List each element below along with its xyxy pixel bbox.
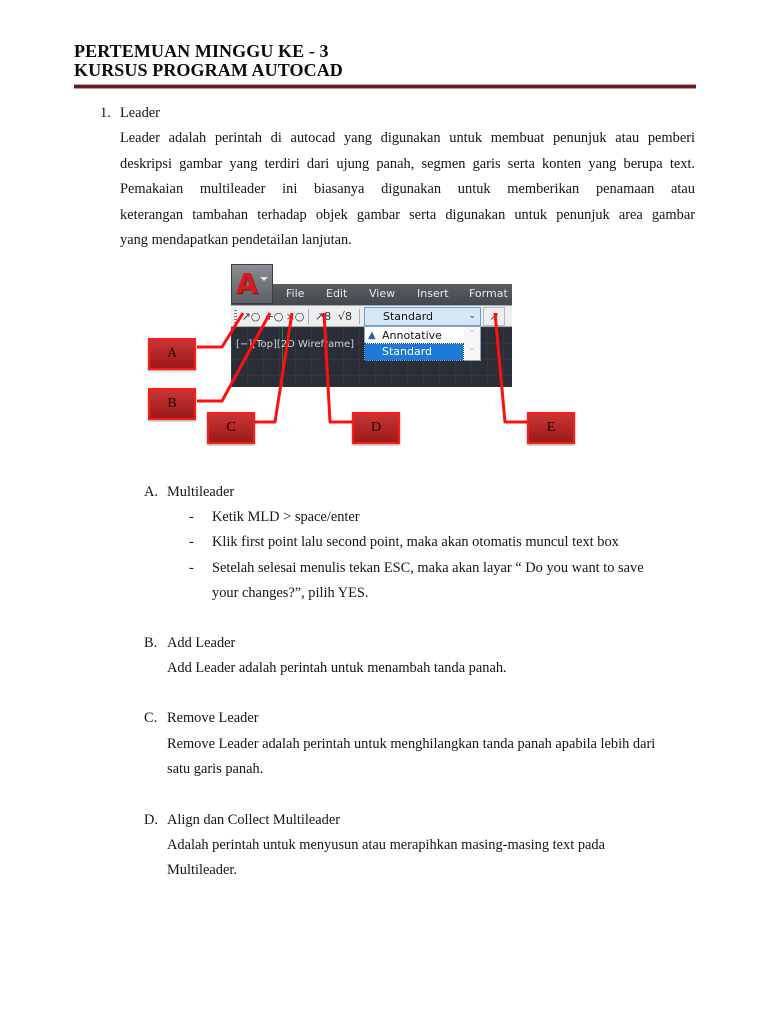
paragraph-line: Leader adalah perintah di autocad yang d… <box>120 130 695 146</box>
bullet-dash: - <box>189 534 194 550</box>
item-title-c: Remove Leader <box>167 710 259 726</box>
item-title-b: Add Leader <box>167 635 236 651</box>
dropdown-option-annotative[interactable]: ▲ Annotative <box>365 328 463 344</box>
autocad-screenshot: A File Edit View Insert Format ↗○ +○ ×○ … <box>231 264 512 387</box>
header-title-line2: KURSUS PROGRAM AUTOCAD <box>74 60 343 80</box>
bullet-item: Klik first point lalu second point, maka… <box>212 534 619 550</box>
dropdown-scrollbar[interactable]: ⌃ ⌄ <box>464 327 480 360</box>
item-description-d: Adalah perintah untuk menyusun atau mera… <box>167 837 605 853</box>
section-title: Leader <box>120 105 160 121</box>
toolbar-separator <box>359 309 360 324</box>
callout-e: E <box>527 412 575 444</box>
collect-multileader-icon[interactable]: √8 <box>335 308 355 325</box>
y-axis-line <box>282 327 283 387</box>
item-description-c: Remove Leader adalah perintah untuk meng… <box>167 736 656 752</box>
add-leader-icon[interactable]: +○ <box>264 308 284 325</box>
dropdown-option-standard[interactable]: Standard <box>364 343 464 361</box>
toolbar-grip[interactable] <box>234 310 237 324</box>
document-header: PERTEMUAN MINGGU KE - 3 KURSUS PROGRAM A… <box>74 42 698 80</box>
callout-a: A <box>148 338 196 370</box>
viewport-label[interactable]: [−][Top][2D Wireframe] <box>236 339 354 350</box>
bullet-dash: - <box>189 509 194 525</box>
header-divider <box>74 84 696 90</box>
style-dropdown-list: ▲ Annotative Standard ⌃ ⌄ <box>364 326 481 361</box>
callout-c: C <box>207 412 255 444</box>
callout-d: D <box>352 412 400 444</box>
multileader-style-icon[interactable]: ↗ <box>483 307 505 326</box>
menu-file[interactable]: File <box>286 287 304 300</box>
item-marker-c: C. <box>144 710 158 726</box>
paragraph-line: Pemakaian multileader ini biasanya digun… <box>120 181 695 198</box>
section-paragraph: Leader adalah perintah di autocad yang d… <box>120 126 695 254</box>
section-number: 1. <box>100 105 111 121</box>
remove-leader-icon[interactable]: ×○ <box>285 308 305 325</box>
item-title-a: Multileader <box>167 484 235 500</box>
autocad-logo-icon: A <box>236 267 258 300</box>
menu-edit[interactable]: Edit <box>326 287 347 300</box>
paragraph-line: yang mendapatkan pendetailan lanjutan. <box>120 232 352 249</box>
caret-down-icon <box>260 277 268 281</box>
bullet-item-continuation: your changes?”, pilih YES. <box>212 585 369 601</box>
item-title-d: Align dan Collect Multileader <box>167 812 341 828</box>
menu-format[interactable]: Format <box>469 287 508 300</box>
chevron-down-icon[interactable]: ⌄ <box>468 308 476 325</box>
toolbar-separator <box>308 309 309 324</box>
bullet-item: Setelah selesai menulis tekan ESC, maka … <box>212 560 644 576</box>
item-marker-a: A. <box>144 484 158 500</box>
bullet-item: Ketik MLD > space/enter <box>212 509 360 525</box>
multileader-icon[interactable]: ↗○ <box>241 308 261 325</box>
item-description-d-cont: Multileader. <box>167 862 237 878</box>
autocad-logo-button[interactable]: A <box>231 264 273 304</box>
align-multileader-icon[interactable]: ↗8 <box>313 308 333 325</box>
annotative-icon: ▲ <box>368 330 376 341</box>
callout-b: B <box>148 388 196 420</box>
bullet-dash: - <box>189 560 194 576</box>
item-description-c-cont: satu garis panah. <box>167 761 264 777</box>
paragraph-line: keterangan tambahan terhadap objek gamba… <box>120 206 695 223</box>
multileader-style-combo[interactable]: Standard ⌄ <box>364 307 481 326</box>
item-marker-d: D. <box>144 812 158 828</box>
menu-insert[interactable]: Insert <box>417 287 449 300</box>
paragraph-line: deskripsi gambar yang terdiri dari ujung… <box>120 155 695 172</box>
combo-value: Standard <box>383 310 434 323</box>
menu-view[interactable]: View <box>369 287 395 300</box>
header-title-line1: PERTEMUAN MINGGU KE - 3 <box>74 41 329 61</box>
item-marker-b: B. <box>144 635 158 651</box>
item-description-b: Add Leader adalah perintah untuk menamba… <box>167 660 507 676</box>
